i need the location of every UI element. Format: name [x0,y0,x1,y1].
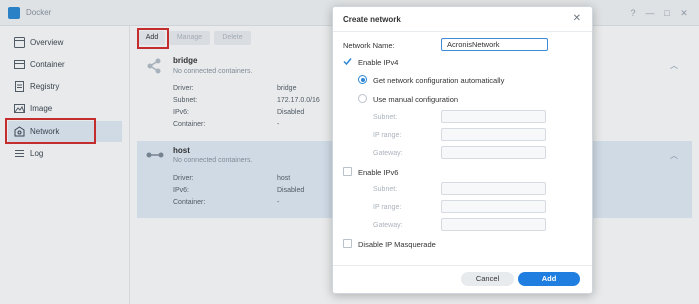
manual-config-radio[interactable] [358,94,367,103]
docker-window: Docker ? — □ ✕ Overview Container Regist… [0,0,699,304]
close-icon[interactable]: ✕ [573,13,581,24]
ipv4-gateway-input[interactable] [441,146,546,159]
auto-config-label: Get network configuration automatically [373,76,505,85]
manual-config-label: Use manual configuration [373,95,459,104]
enable-ipv6-checkbox[interactable] [343,167,352,176]
ipv4-gateway-label: Gateway: [373,150,403,157]
ipv6-gateway-label: Gateway: [373,222,403,229]
create-network-dialog: Create network ✕ Network Name: AcronisNe… [332,6,593,294]
ipv4-subnet-input[interactable] [441,110,546,123]
auto-config-radio[interactable] [358,75,367,84]
ipv6-subnet-label: Subnet: [373,186,398,193]
divider [333,265,592,266]
disable-masquerade-checkbox[interactable] [343,239,352,248]
network-name-label: Network Name: [343,41,395,50]
ipv4-subnet-label: Subnet: [373,114,398,121]
cancel-button[interactable]: Cancel [461,272,514,286]
ipv6-iprange-input[interactable] [441,200,546,213]
ipv4-iprange-label: IP range: [373,132,402,139]
enable-ipv4-label: Enable IPv4 [358,58,399,67]
divider [333,31,592,32]
disable-masquerade-label: Disable IP Masquerade [358,240,436,249]
enable-ipv6-label: Enable IPv6 [358,168,399,177]
dialog-add-button[interactable]: Add [518,272,580,286]
network-name-input[interactable]: AcronisNetwork [441,38,548,51]
dialog-title: Create network [343,15,401,24]
ipv6-iprange-label: IP range: [373,204,402,211]
enable-ipv4-checkbox[interactable] [343,57,352,66]
ipv4-iprange-input[interactable] [441,128,546,141]
ipv6-subnet-input[interactable] [441,182,546,195]
ipv6-gateway-input[interactable] [441,218,546,231]
